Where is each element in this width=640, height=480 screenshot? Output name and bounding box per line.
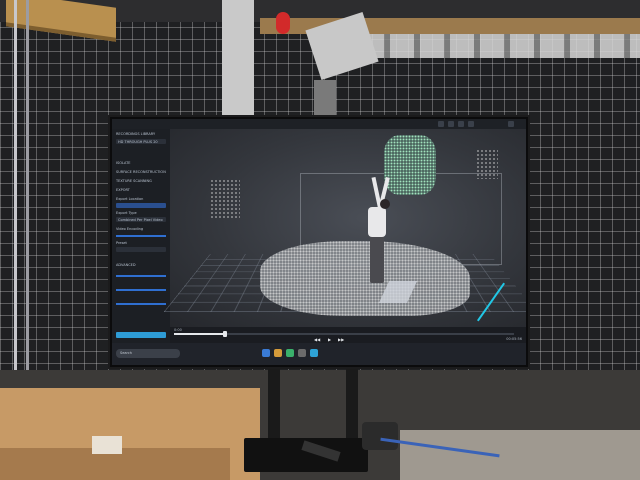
- advanced-slider-3[interactable]: [116, 303, 166, 305]
- sidebar-item-recordings[interactable]: RECORDINGS LIBRARY: [116, 132, 155, 136]
- taskbar-app-icon[interactable]: [262, 349, 270, 357]
- pointcloud-right: [476, 149, 498, 179]
- pointcloud-left: [210, 179, 240, 219]
- encoding-slider[interactable]: [116, 235, 166, 237]
- previous-frame-icon[interactable]: ◀◀: [314, 337, 320, 342]
- recording-name: HD THROUGH PLUS 20: [118, 140, 158, 144]
- export-type-label: Export Type: [116, 211, 137, 215]
- taskbar-app-icon[interactable]: [310, 349, 318, 357]
- timeline-time: 00:05:56: [506, 337, 522, 341]
- camera-device: [362, 422, 398, 450]
- export-type-value: Combined Per Pixel Video: [118, 218, 163, 222]
- pointcloud-floor: [260, 241, 470, 316]
- person-legs: [370, 235, 384, 283]
- taskbar-search[interactable]: Search: [116, 349, 180, 358]
- timeline: 0:00 ◀◀ ▶ ▶▶ 00:05:56: [170, 327, 526, 343]
- sidebar: RECORDINGS LIBRARY HD THROUGH PLUS 20 IS…: [112, 129, 170, 343]
- timeline-progress: [174, 333, 225, 335]
- white-post: [222, 0, 254, 120]
- folder-icon[interactable]: [274, 349, 282, 357]
- export-location-field[interactable]: [116, 203, 166, 208]
- pipe: [314, 80, 336, 116]
- person-head: [380, 199, 390, 209]
- red-light: [276, 12, 290, 34]
- sidebar-item-export[interactable]: EXPORT: [116, 188, 130, 192]
- export-location-label: Export Location: [116, 197, 144, 201]
- screen: RECORDINGS LIBRARY HD THROUGH PLUS 20 IS…: [112, 119, 526, 365]
- windows-taskbar: Search: [112, 343, 526, 365]
- grid-icon[interactable]: [468, 121, 474, 127]
- camera-icon[interactable]: [448, 121, 454, 127]
- timeline-track[interactable]: [174, 331, 514, 337]
- next-frame-icon[interactable]: ▶▶: [338, 337, 344, 342]
- taskbar-app-icon[interactable]: [298, 349, 306, 357]
- fullscreen-icon[interactable]: [508, 121, 514, 127]
- timeline-label: 0:00: [174, 328, 182, 332]
- sidebar-item-surface[interactable]: SURFACE RECONSTRUCTION: [116, 170, 166, 174]
- timeline-scrubber[interactable]: [223, 331, 227, 337]
- advanced-slider-2[interactable]: [116, 289, 166, 291]
- app-titlebar: [112, 119, 526, 129]
- floor-panel: [400, 430, 640, 480]
- sidebar-item-isolate[interactable]: ISOLATE: [116, 161, 131, 165]
- sidebar-item-texture[interactable]: TEXTURE SCANNING: [116, 179, 152, 183]
- settings-icon[interactable]: [458, 121, 464, 127]
- video-encoding-label: Video Encoding: [116, 227, 144, 231]
- stand-pole: [346, 360, 358, 440]
- play-icon[interactable]: ▶: [328, 337, 331, 342]
- monitor: RECORDINGS LIBRARY HD THROUGH PLUS 20 IS…: [108, 115, 530, 369]
- person-body: [368, 207, 386, 237]
- pointcloud-green: [384, 135, 436, 195]
- taskbar-app-icon[interactable]: [286, 349, 294, 357]
- export-button[interactable]: [116, 332, 166, 338]
- 3d-viewport[interactable]: [163, 129, 526, 327]
- sidebar-item-advanced[interactable]: ADVANCED: [116, 263, 136, 267]
- box-label: [92, 436, 122, 454]
- view-icon[interactable]: [438, 121, 444, 127]
- preset-select[interactable]: [116, 247, 166, 252]
- stand-pole: [268, 360, 280, 440]
- preset-label: Preset: [116, 241, 127, 245]
- advanced-slider-1[interactable]: [116, 275, 166, 277]
